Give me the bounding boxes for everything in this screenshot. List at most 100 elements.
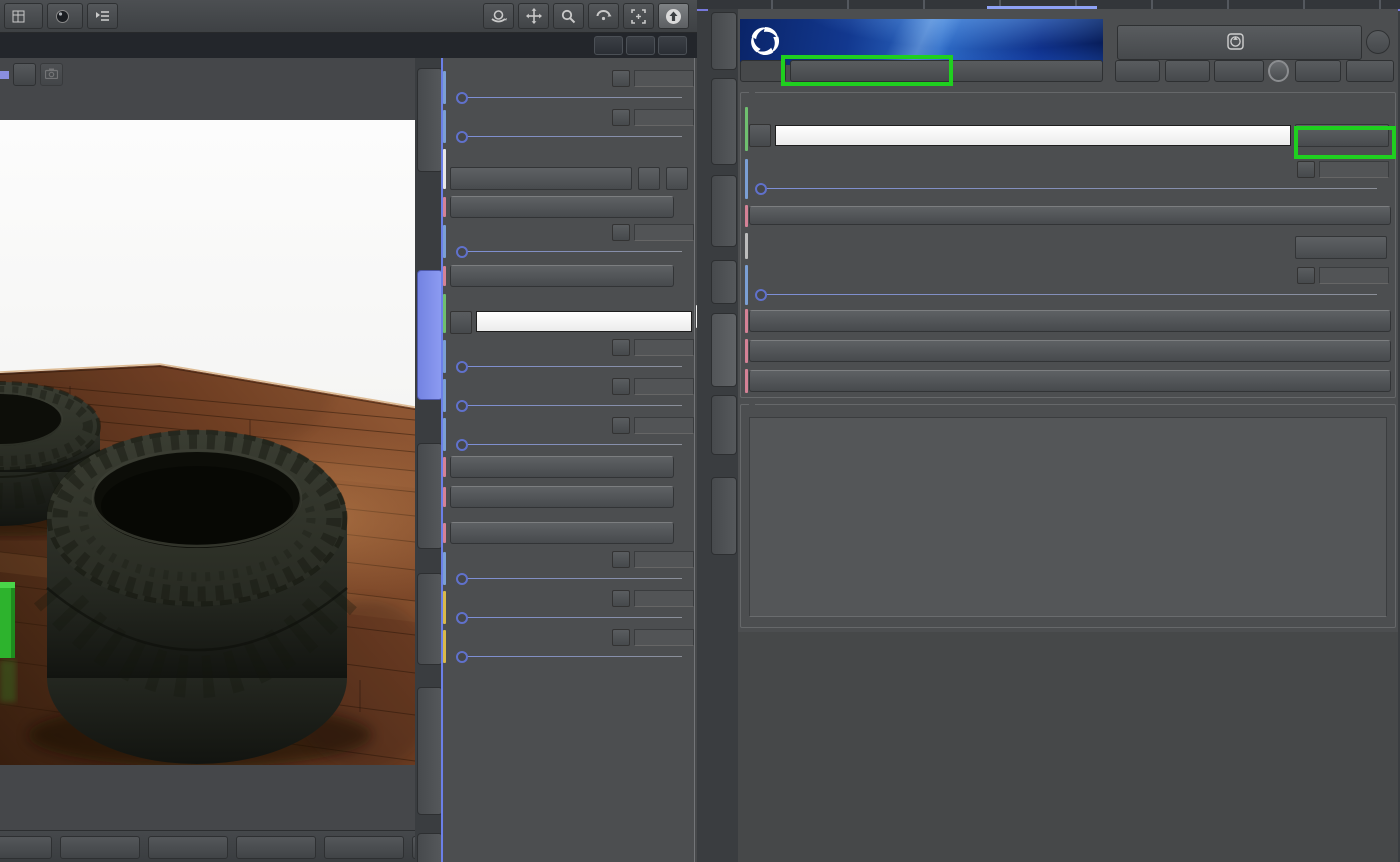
tab-posing[interactable] — [711, 395, 737, 455]
param-value[interactable] — [634, 69, 694, 87]
quality-dropdown[interactable] — [0, 835, 52, 859]
render-image[interactable] — [0, 120, 416, 765]
response-dropdown[interactable] — [450, 167, 632, 190]
exposure-slider[interactable] — [450, 89, 694, 105]
reset-diamond-icon[interactable] — [612, 416, 630, 434]
tab-surfaces[interactable] — [711, 175, 737, 247]
slider-handle[interactable] — [456, 361, 468, 373]
rgb-b[interactable] — [1119, 126, 1290, 145]
param-value[interactable] — [634, 108, 694, 126]
slider-handle[interactable] — [456, 92, 468, 104]
slider-handle[interactable] — [456, 400, 468, 412]
param-value[interactable] — [1319, 160, 1389, 178]
render-titlebar[interactable] — [0, 33, 697, 58]
pan-camera-button[interactable] — [518, 3, 549, 29]
render-log-button[interactable] — [13, 63, 36, 86]
power-slider[interactable] — [749, 180, 1389, 196]
saturate-white-slider[interactable] — [450, 570, 694, 586]
zoom-camera-button[interactable] — [553, 3, 584, 29]
param-value[interactable] — [1319, 266, 1389, 284]
tab-sel-material[interactable] — [417, 833, 443, 862]
param-value[interactable] — [634, 416, 694, 434]
tab-shaping[interactable] — [711, 477, 737, 555]
reset-diamond-icon[interactable] — [612, 223, 630, 241]
tab-current-kernel[interactable] — [417, 68, 443, 172]
reset-diamond-icon[interactable] — [612, 108, 630, 126]
snapshot-button[interactable] — [40, 63, 63, 86]
tab-render-passes[interactable] — [417, 687, 443, 815]
view-selector-dropdown[interactable] — [4, 3, 43, 29]
zoom-level-dropdown[interactable] — [60, 835, 140, 859]
reflections-toggle[interactable] — [749, 340, 1391, 362]
slider-handle[interactable] — [456, 131, 468, 143]
slider-handle[interactable] — [456, 651, 468, 663]
maximize-button[interactable] — [626, 36, 655, 55]
preset-import-button[interactable] — [1295, 60, 1341, 82]
open-viewport-button[interactable] — [1117, 25, 1362, 60]
preset-export-button[interactable] — [1346, 60, 1394, 82]
reset-diamond-icon[interactable] — [612, 377, 630, 395]
hotpixel-slider[interactable] — [450, 436, 694, 452]
premultiplied-alpha-toggle[interactable] — [450, 456, 674, 478]
preset-new-button[interactable] — [1115, 60, 1160, 82]
highlight-slider[interactable] — [450, 128, 694, 144]
reset-diamond-icon[interactable] — [612, 338, 630, 356]
slider-handle[interactable] — [456, 246, 468, 258]
reset-diamond-icon[interactable] — [612, 550, 630, 568]
orbit-camera-button[interactable] — [483, 3, 514, 29]
param-value[interactable] — [634, 589, 694, 607]
rgb-r[interactable] — [477, 312, 548, 331]
refractions-toggle[interactable] — [749, 370, 1391, 392]
importance-sampling-toggle[interactable] — [749, 206, 1391, 225]
notes-textarea[interactable] — [749, 417, 1387, 617]
close-button[interactable] — [658, 36, 687, 55]
param-value[interactable] — [634, 338, 694, 356]
rgb-g[interactable] — [548, 312, 619, 331]
texture-rgb[interactable] — [775, 125, 1291, 146]
rgb-r[interactable] — [776, 126, 947, 145]
final-button[interactable] — [236, 835, 316, 859]
tab-post-process[interactable] — [417, 443, 443, 549]
preset-delete-button[interactable] — [1268, 60, 1289, 82]
min-samples-slider[interactable] — [450, 609, 694, 625]
sfx-dropdown[interactable] — [148, 835, 228, 859]
rotate-camera-button[interactable] — [588, 3, 619, 29]
texture-options-button[interactable] — [749, 124, 771, 147]
scene-options-button[interactable] — [87, 3, 118, 29]
ab-compare-button[interactable] — [740, 60, 786, 82]
param-value[interactable] — [634, 550, 694, 568]
slider-handle[interactable] — [456, 612, 468, 624]
reset-diamond-icon[interactable] — [612, 628, 630, 646]
slider-handle[interactable] — [456, 439, 468, 451]
param-value[interactable] — [634, 628, 694, 646]
disable-partial-alpha-toggle[interactable] — [450, 486, 674, 508]
reset-diamond-icon[interactable] — [612, 69, 630, 87]
rgb-b[interactable] — [620, 312, 691, 331]
rgb-g[interactable] — [947, 126, 1118, 145]
tab-parameters[interactable] — [711, 78, 737, 165]
medium-radius-slider[interactable] — [749, 286, 1389, 302]
slider-handle[interactable] — [755, 183, 767, 195]
preset-rename-button[interactable] — [1214, 60, 1264, 82]
help-button[interactable] — [1366, 30, 1390, 54]
reset-diamond-icon[interactable] — [1297, 160, 1315, 178]
reset-diamond-icon[interactable] — [612, 589, 630, 607]
tab-environment[interactable] — [417, 573, 443, 665]
response-next-button[interactable] — [666, 167, 688, 190]
reset-diamond-icon[interactable] — [1297, 266, 1315, 284]
white-point-rgb[interactable] — [476, 311, 692, 332]
slider-handle[interactable] — [755, 289, 767, 301]
tab-scene[interactable] — [711, 12, 737, 70]
save-dropdown[interactable] — [324, 835, 404, 859]
backplate-toggle[interactable] — [749, 310, 1391, 332]
neutral-response-toggle[interactable] — [450, 196, 674, 218]
preset-copy-button[interactable] — [1165, 60, 1210, 82]
color-options-button[interactable] — [450, 311, 472, 334]
medium-dropdown[interactable] — [1295, 236, 1387, 259]
tab-camera-imager[interactable] — [417, 270, 443, 400]
tab-nge[interactable] — [711, 260, 737, 304]
minimize-button[interactable] — [594, 36, 623, 55]
response-prev-button[interactable] — [638, 167, 660, 190]
slider-handle[interactable] — [456, 573, 468, 585]
vignetting-slider[interactable] — [450, 358, 694, 374]
